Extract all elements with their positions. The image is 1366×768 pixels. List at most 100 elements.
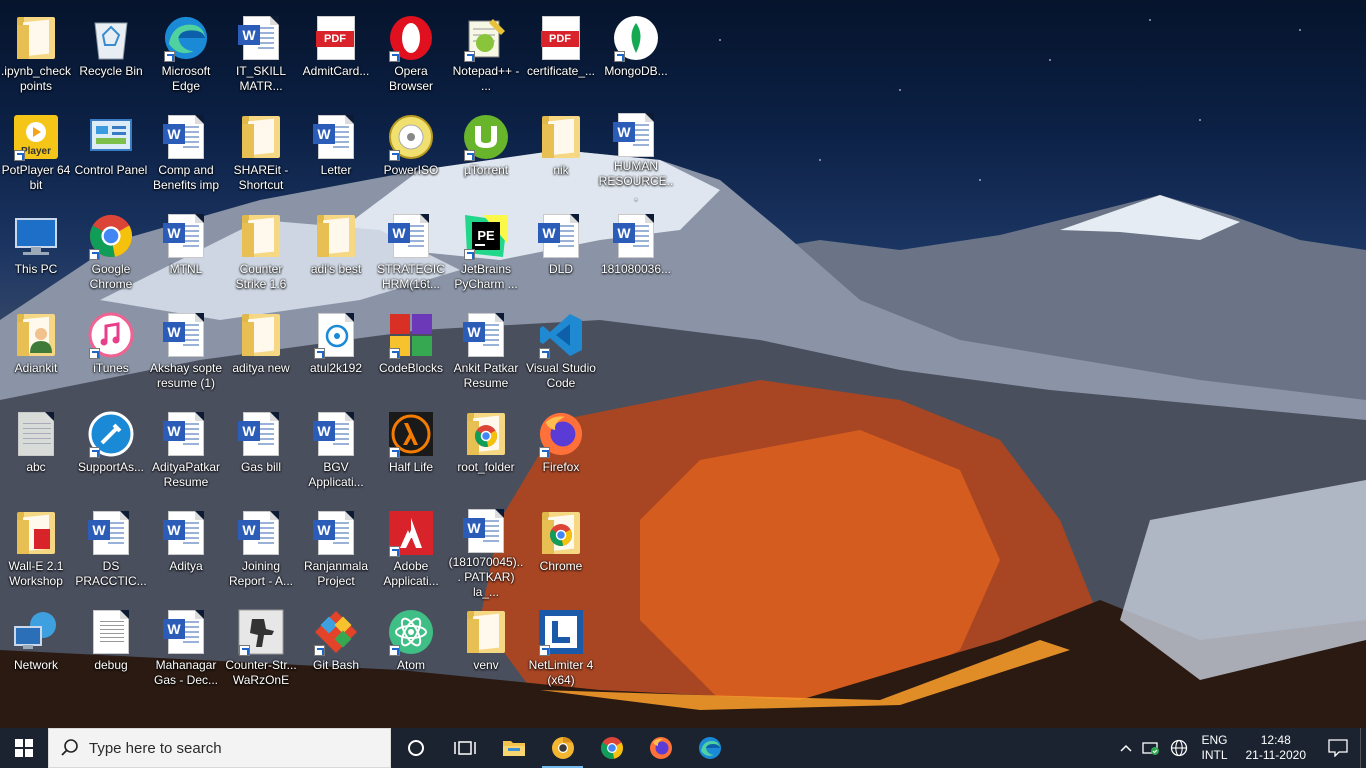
desktop-icon-label: Comp and Benefits imp <box>152 163 220 192</box>
shortcut-arrow-icon <box>389 348 400 359</box>
desktop-icon-nik[interactable]: nik <box>525 105 597 199</box>
desktop-icon-opera-browser[interactable]: Opera Browser <box>375 6 447 100</box>
taskbar-edge[interactable] <box>685 728 734 768</box>
desktop-icon-half-life[interactable]: Half Life <box>375 402 447 496</box>
desktop-icon-label: root_folder <box>457 460 515 474</box>
desktop-icon-it-skill-matr[interactable]: W IT_SKILL MATR... <box>225 6 297 100</box>
show-hidden-icons-button[interactable] <box>1115 728 1137 768</box>
desktop-icon-counter-str-warzone[interactable]: Counter-Str... WaRzOnE <box>225 600 297 694</box>
desktop-icon-adityapatkar-resume[interactable]: W AdityaPatkar Resume <box>150 402 222 496</box>
desktop-icon-label: Google Chrome <box>89 262 133 291</box>
desktop-icon-admitcard[interactable]: PDF AdmitCard... <box>300 6 372 100</box>
desktop-icon-abc[interactable]: abc <box>0 402 72 496</box>
desktop-icon-mongodb[interactable]: MongoDB... <box>600 6 672 100</box>
desktop-icon-atom[interactable]: Atom <box>375 600 447 694</box>
desktop-icon-firefox[interactable]: Firefox <box>525 402 597 496</box>
desktop-icon-microsoft-edge[interactable]: Microsoft Edge <box>150 6 222 100</box>
start-button[interactable] <box>0 728 48 768</box>
desktop-icon-label: DLD <box>548 262 573 276</box>
desktop-icon-181070045-patkar-la[interactable]: W (181070045)... PATKAR) la_... <box>449 501 523 599</box>
desktop-icon-mahanagar-gas-dec[interactable]: W Mahanagar Gas - Dec... <box>150 600 222 694</box>
desktop-icon-torrent[interactable]: µTorrent <box>450 105 522 199</box>
desktop-icon-ankit-patkar-resume[interactable]: W Ankit Patkar Resume <box>450 303 522 397</box>
desktop-icon-label: Control Panel <box>74 163 148 177</box>
folder-icon <box>462 608 510 656</box>
desktop-icon-label: NetLimiter 4 (x64) <box>528 658 594 687</box>
network-tray-button[interactable] <box>1165 728 1193 768</box>
desktop-icon-root-folder[interactable]: root_folder <box>450 402 522 496</box>
action-center-button[interactable] <box>1316 728 1360 768</box>
desktop-icon-human-resource[interactable]: W HUMAN RESOURCE... <box>599 105 673 203</box>
desktop-icon-google-chrome[interactable]: Google Chrome <box>75 204 147 298</box>
desktop-icon-itunes[interactable]: iTunes <box>75 303 147 397</box>
netlimiter-icon <box>537 608 585 656</box>
search-input[interactable] <box>89 739 369 757</box>
cortana-button[interactable] <box>391 728 440 768</box>
shortcut-arrow-icon <box>539 645 550 656</box>
desktop-icon-counter-strike-1-6[interactable]: Counter Strike 1.6 <box>225 204 297 298</box>
desktop-icon-comp-and-benefits-imp[interactable]: W Comp and Benefits imp <box>150 105 222 199</box>
desktop-icon-visual-studio-code[interactable]: Visual Studio Code <box>525 303 597 397</box>
desktop-icon-this-pc[interactable]: This PC <box>0 204 72 298</box>
word-document-icon: W <box>312 113 360 161</box>
defender-tray-button[interactable] <box>1137 728 1165 768</box>
desktop-icon-ranjanmala-project[interactable]: W Ranjanmala Project <box>300 501 372 595</box>
desktop-icon-venv[interactable]: venv <box>450 600 522 694</box>
desktop-icon-bgv-applicati[interactable]: W BGV Applicati... <box>300 402 372 496</box>
desktop-icon-control-panel[interactable]: Control Panel <box>75 105 147 199</box>
pdf-icon: PDF <box>537 14 585 62</box>
desktop-icon-label: Akshay sopte resume (1) <box>149 361 223 390</box>
desktop-icon-ds-pracctic[interactable]: W DS PRACCTIC... <box>75 501 147 595</box>
desktop-icon-certificate[interactable]: PDF certificate_... <box>525 6 597 100</box>
taskbar-firefox[interactable] <box>636 728 685 768</box>
desktop-icon-181080036[interactable]: W 181080036... <box>600 204 672 298</box>
desktop-icon-netlimiter-4-x64[interactable]: NetLimiter 4 (x64) <box>525 600 597 694</box>
desktop-icon-gas-bill[interactable]: W Gas bill <box>225 402 297 496</box>
desktop-icon-supportas[interactable]: SupportAs... <box>75 402 147 496</box>
desktop-icon-label: Opera Browser <box>388 64 433 93</box>
desktop-icon-adi-s-best[interactable]: adi's best <box>300 204 372 298</box>
desktop-icon-label: Ankit Patkar Resume <box>453 361 519 390</box>
desktop-icon-git-bash[interactable]: Git Bash <box>300 600 372 694</box>
taskbar-file-explorer[interactable] <box>489 728 538 768</box>
desktop-icon-dld[interactable]: W DLD <box>525 204 597 298</box>
desktop-icon-akshay-sopte-resume-1[interactable]: W Akshay sopte resume (1) <box>150 303 222 397</box>
desktop-icon-strategic-hrm-16t[interactable]: W STRATEGIC HRM(16t... <box>375 204 447 298</box>
this-pc-icon <box>12 212 60 260</box>
desktop-icon-potplayer-64-bit[interactable]: Player PotPlayer 64 bit <box>0 105 72 199</box>
desktop-icon-mtnl[interactable]: W MTNL <box>150 204 222 298</box>
desktop-icon-adobe-applicati[interactable]: Adobe Applicati... <box>375 501 447 595</box>
desktop-icon-letter[interactable]: W Letter <box>300 105 372 199</box>
desktop-icon-wall-e-2-1-workshop[interactable]: Wall-E 2.1 Workshop <box>0 501 72 595</box>
desktop-icon-joining-report-a[interactable]: W Joining Report - A... <box>225 501 297 595</box>
desktop-icon-label: (181070045)... PATKAR) la_... <box>448 555 524 599</box>
desktop-icon-label: Firefox <box>542 460 580 474</box>
desktop-icon-notepad[interactable]: Notepad++ - ... <box>450 6 522 100</box>
desktop-icon-ipynb-check-points[interactable]: .ipynb_check points <box>0 6 72 100</box>
desktop-icon-chrome[interactable]: Chrome <box>525 501 597 595</box>
input-language-indicator[interactable]: ENG INTL <box>1193 733 1235 763</box>
taskbar-chrome[interactable] <box>587 728 636 768</box>
desktop-icon-adiankit[interactable]: Adiankit <box>0 303 72 397</box>
taskbar-clock[interactable]: 12:48 21-11-2020 <box>1236 733 1317 763</box>
taskbar-search-box[interactable] <box>48 728 391 768</box>
show-desktop-button[interactable] <box>1360 728 1366 768</box>
language-code: ENG <box>1201 733 1228 747</box>
desktop-icon-shareit-shortcut[interactable]: SHAREit - Shortcut <box>225 105 297 199</box>
desktop-icon-network[interactable]: Network <box>0 600 72 694</box>
desktop-icon-aditya-new[interactable]: aditya new <box>225 303 297 397</box>
desktop-icon-grid: .ipynb_check points Recycle Bin Microsoft … <box>0 0 1366 728</box>
clock-time: 12:48 <box>1260 733 1291 747</box>
desktop-icon-recycle-bin[interactable]: Recycle Bin <box>75 6 147 100</box>
desktop-icon-poweriso[interactable]: PowerISO <box>375 105 447 199</box>
task-view-button[interactable] <box>440 728 489 768</box>
taskbar-chrome-canary[interactable] <box>538 728 587 768</box>
desktop-icon-jetbrains-pycharm[interactable]: PE JetBrains PyCharm ... <box>450 204 522 298</box>
desktop-icon-atul2k192[interactable]: atul2k192 <box>300 303 372 397</box>
desktop-icon-aditya[interactable]: W Aditya <box>150 501 222 595</box>
folder-icon <box>12 14 60 62</box>
desktop-icon-codeblocks[interactable]: CodeBlocks <box>375 303 447 397</box>
desktop-icon-debug[interactable]: debug <box>75 600 147 694</box>
security-status-icon <box>1142 742 1160 755</box>
desktop-icon-label: SupportAs... <box>77 460 145 474</box>
